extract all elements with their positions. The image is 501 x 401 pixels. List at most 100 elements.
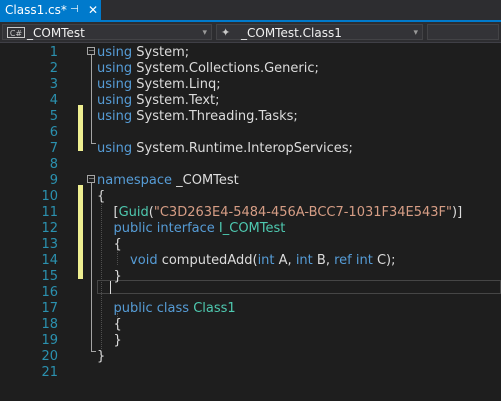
- code-line[interactable]: using System.Runtime.InteropServices;: [97, 141, 353, 157]
- line-number: 19: [41, 333, 58, 348]
- line-number: 13: [41, 237, 58, 252]
- code-token: }: [97, 269, 122, 284]
- chevron-down-icon: ▾: [413, 28, 418, 38]
- code-token: namespace: [97, 173, 173, 188]
- line-number: 12: [41, 221, 58, 236]
- code-token: void: [97, 253, 158, 268]
- code-token: System;: [132, 45, 190, 60]
- line-number: 7: [49, 141, 58, 156]
- code-line[interactable]: using System.Collections.Generic;: [97, 61, 319, 77]
- code-token: "C3D263E4-5484-456A-BCC7-1031F34E543F": [153, 205, 453, 220]
- pin-icon[interactable]: ⊣: [70, 0, 79, 20]
- line-number: 9: [49, 173, 58, 188]
- code-line[interactable]: public class Class1: [97, 301, 236, 317]
- code-line[interactable]: }: [97, 333, 122, 349]
- code-token: {: [97, 317, 122, 332]
- code-token: Guid: [118, 205, 149, 220]
- project-dropdown[interactable]: C# _COMTest ▾: [2, 24, 212, 40]
- line-number: 16: [41, 285, 58, 300]
- code-token: I_COMTest: [218, 221, 286, 236]
- line-number: 11: [41, 205, 58, 220]
- code-token: public class: [97, 301, 190, 316]
- line-number: 21: [41, 365, 58, 380]
- line-number: 10: [41, 189, 58, 204]
- line-number: 1: [49, 45, 58, 60]
- chevron-down-icon: ▾: [202, 28, 207, 38]
- code-line[interactable]: using System.Threading.Tasks;: [97, 109, 298, 125]
- code-line[interactable]: {: [97, 189, 105, 205]
- line-number: 6: [49, 125, 58, 140]
- code-token: public interface: [97, 221, 215, 236]
- code-editor[interactable]: 1 2 3 4 5 6 7 8 9 10 11 12 13 14 15 16 17 18 19 20 21 − − us…: [0, 43, 501, 401]
- change-marker: [78, 185, 83, 279]
- code-line[interactable]: namespace _COMTest: [97, 173, 239, 189]
- code-token: using: [97, 141, 133, 156]
- code-token: System.Linq;: [132, 77, 221, 92]
- code-line[interactable]: public interface I_COMTest: [97, 221, 286, 237]
- outline-line: [91, 55, 92, 143]
- code-token: int: [257, 253, 275, 268]
- outline-end: [91, 143, 96, 144]
- line-number: 5: [49, 109, 58, 124]
- current-line-highlight: [97, 280, 501, 294]
- outline-end: [91, 351, 96, 352]
- csharp-project-icon: C#: [7, 27, 25, 38]
- code-line[interactable]: void computedAdd(int A, int B, ref int C…: [97, 253, 395, 269]
- code-token: System.Threading.Tasks;: [132, 109, 298, 124]
- navigation-bar: C# _COMTest ▾ ✦ _COMTest.Class1 ▾: [0, 22, 501, 43]
- code-token: using: [97, 45, 133, 60]
- code-token: System.Runtime.InteropServices;: [132, 141, 353, 156]
- code-token: ref int: [334, 253, 373, 268]
- member-dropdown[interactable]: [427, 24, 499, 40]
- document-tab-strip: Class1.cs* ⊣ ✕: [0, 0, 501, 20]
- type-dropdown-value: _COMTest.Class1: [241, 26, 342, 40]
- code-token: using: [97, 61, 133, 76]
- code-token: using: [97, 77, 133, 92]
- tab-class1-cs[interactable]: Class1.cs* ⊣ ✕: [0, 0, 101, 20]
- outline-line: [91, 183, 92, 351]
- code-line[interactable]: {: [97, 237, 122, 253]
- code-token: _COMTest: [172, 173, 239, 188]
- code-line[interactable]: [Guid("C3D263E4-5484-456A-BCC7-1031F34E5…: [97, 205, 463, 221]
- code-line[interactable]: using System;: [97, 45, 189, 61]
- line-number: 4: [49, 93, 58, 108]
- code-token: System.Text;: [132, 93, 220, 108]
- code-token: System.Collections.Generic;: [132, 61, 319, 76]
- code-token: B,: [312, 253, 335, 268]
- collapse-icon[interactable]: −: [87, 47, 95, 55]
- change-marker: [78, 105, 83, 151]
- code-token: }: [97, 333, 122, 348]
- code-token: [: [97, 205, 119, 220]
- line-number: 18: [41, 317, 58, 332]
- code-token: using: [97, 109, 133, 124]
- code-token: using: [97, 93, 133, 108]
- code-token: Class1: [193, 301, 236, 316]
- line-number-gutter: 1 2 3 4 5 6 7 8 9 10 11 12 13 14 15 16 17 18 19 20 21: [0, 43, 62, 401]
- code-line[interactable]: }: [97, 269, 122, 285]
- type-dropdown[interactable]: ✦ _COMTest.Class1 ▾: [216, 24, 423, 40]
- tab-title: Class1.cs*: [5, 3, 67, 17]
- code-token: }: [97, 349, 106, 364]
- close-icon[interactable]: ✕: [88, 0, 98, 20]
- code-token: int: [295, 253, 313, 268]
- code-token: )]: [452, 205, 463, 220]
- line-number: 3: [49, 77, 58, 92]
- line-number: 15: [41, 269, 58, 284]
- project-dropdown-value: _COMTest: [27, 26, 85, 40]
- class-icon: ✦: [221, 26, 231, 39]
- code-token: A,: [274, 253, 296, 268]
- code-line[interactable]: }: [97, 349, 105, 365]
- code-token: computedAdd(: [157, 253, 258, 268]
- line-number: 14: [41, 253, 58, 268]
- code-line[interactable]: {: [97, 317, 122, 333]
- code-line[interactable]: using System.Linq;: [97, 77, 221, 93]
- code-token: {: [97, 189, 106, 204]
- line-number: 2: [49, 61, 58, 76]
- collapse-icon[interactable]: −: [87, 175, 95, 183]
- line-number: 17: [41, 301, 58, 316]
- code-token: {: [97, 237, 122, 252]
- code-line[interactable]: using System.Text;: [97, 93, 220, 109]
- line-number: 8: [49, 157, 58, 172]
- code-token: C);: [372, 253, 396, 268]
- line-number: 20: [41, 349, 58, 364]
